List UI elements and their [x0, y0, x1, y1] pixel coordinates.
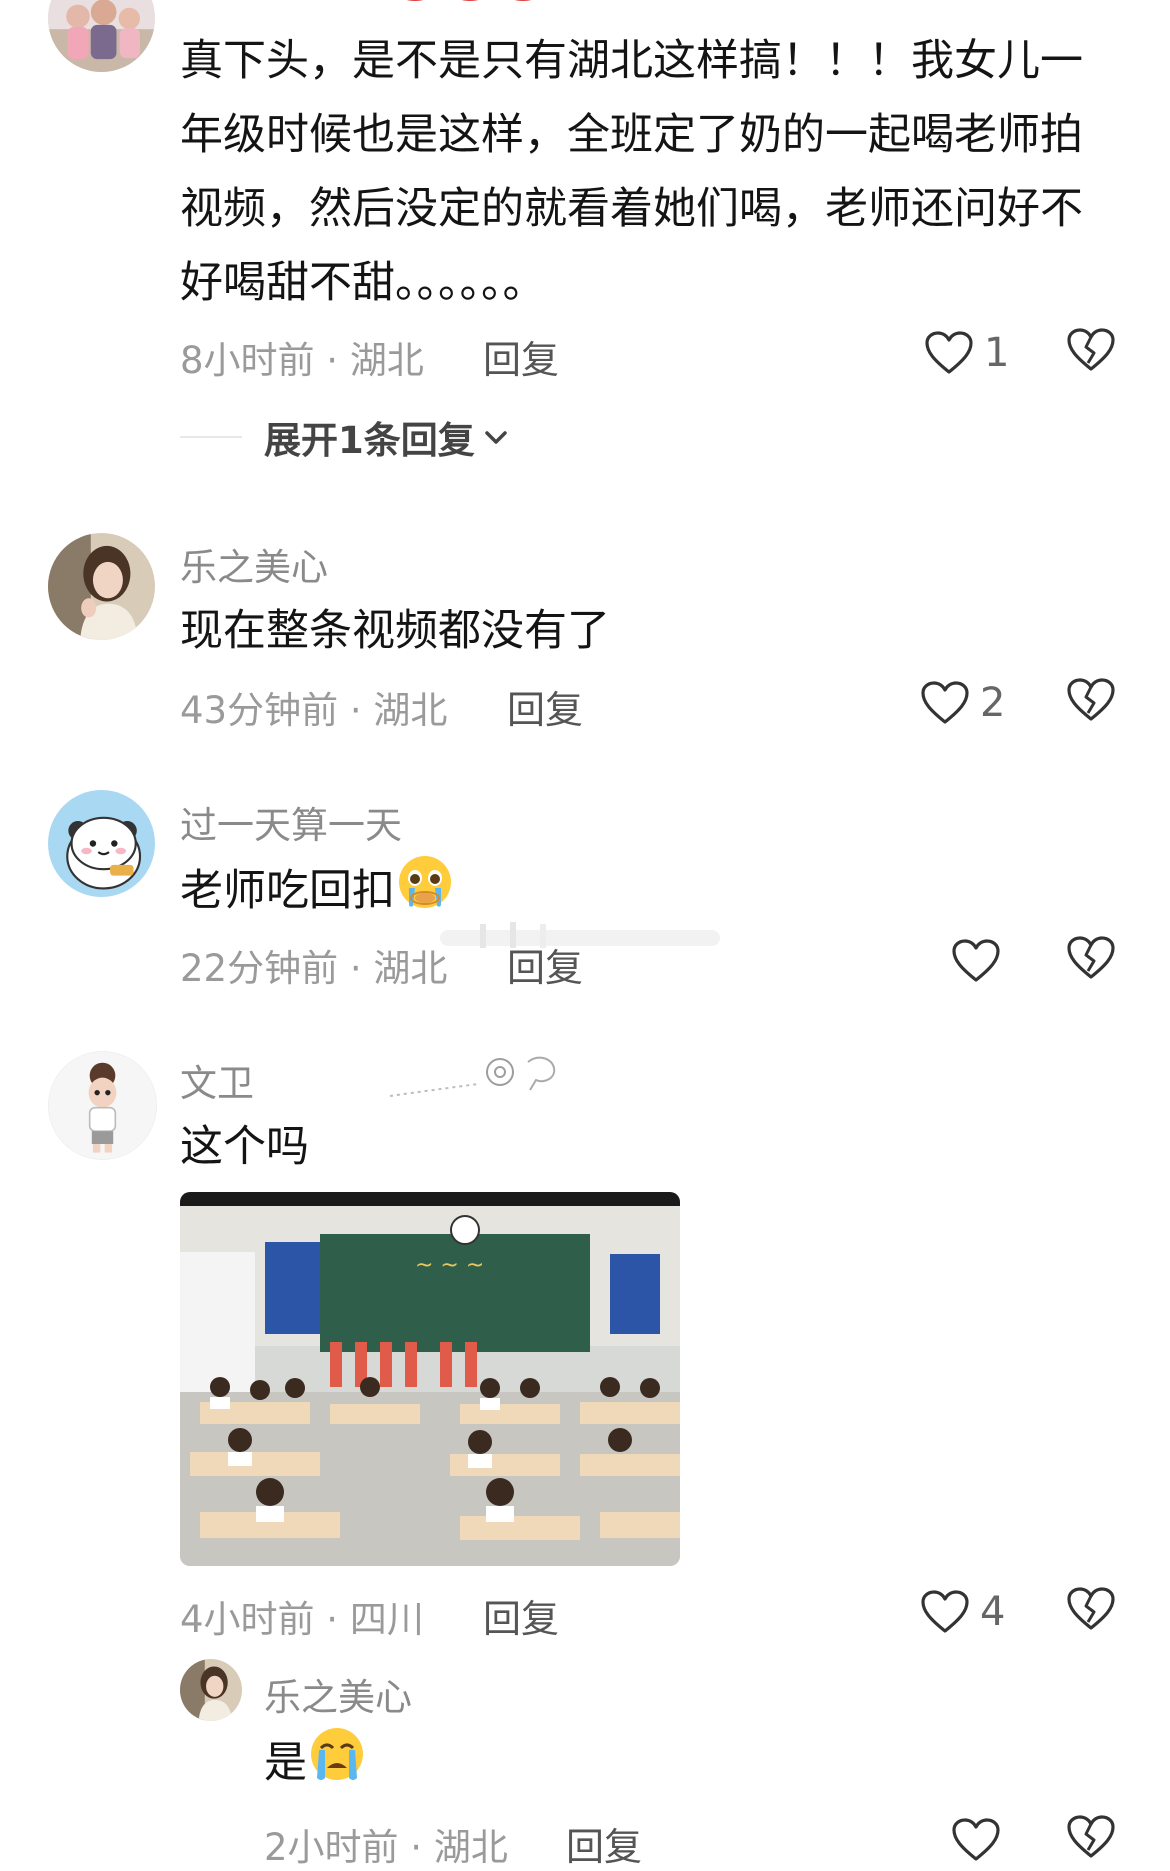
heart-outline-icon: [951, 938, 1001, 984]
avatar[interactable]: [48, 790, 155, 897]
heart-outline-icon: [920, 1589, 970, 1635]
dislike-button[interactable]: [1066, 935, 1122, 991]
watermark-smudge: [440, 916, 720, 956]
like-count: 1: [984, 330, 1010, 376]
broken-heart-icon: [1067, 1815, 1115, 1858]
username[interactable]: 乐之美心: [180, 537, 328, 591]
expand-replies-label: 展开1条回复: [264, 419, 475, 462]
heart-outline-icon: [924, 330, 974, 376]
chevron-down-icon: [483, 426, 509, 448]
reply-button[interactable]: 回复: [483, 1588, 559, 1643]
comment-text: 现在整条视频都没有了: [180, 606, 610, 656]
classroom-photo: ~ ~ ~: [180, 1192, 680, 1566]
comment-text: 是: [264, 1724, 1064, 1807]
avatar-image: [48, 790, 155, 897]
like-button[interactable]: 2: [920, 675, 1005, 731]
username[interactable]: 文卫: [180, 1053, 254, 1107]
avatar-image: [180, 1659, 242, 1721]
reply-button[interactable]: 回复: [483, 329, 559, 384]
username[interactable]: 乐之美心: [264, 1667, 412, 1721]
username-hidden: [180, 0, 330, 6]
comment-meta: 22分钟前 · 湖北: [180, 947, 448, 990]
broken-heart-icon: [1067, 1587, 1115, 1630]
comment-image[interactable]: ~ ~ ~: [180, 1192, 680, 1566]
comment-text-content: 是: [264, 1738, 307, 1788]
avatar-image: [48, 533, 155, 640]
like-button[interactable]: 4: [920, 1584, 1005, 1640]
username[interactable]: 过一天算一天: [180, 795, 402, 849]
like-button[interactable]: 1: [924, 325, 1009, 381]
sticker-fragment: [395, 0, 545, 8]
dislike-button[interactable]: [1066, 327, 1122, 383]
avatar-image: [48, 0, 155, 72]
avatar[interactable]: [48, 0, 155, 72]
heart-outline-icon: [920, 680, 970, 726]
like-count: 4: [980, 1589, 1006, 1635]
comment-meta: 43分钟前 · 湖北: [180, 689, 448, 732]
comment-meta: 8小时前 · 湖北: [180, 339, 424, 382]
comment-meta: 4小时前 · 四川: [180, 1598, 424, 1641]
comment-text: 真下头，是不是只有湖北这样搞！！！我女儿一年级时候也是这样，全班定了奶的一起喝老…: [180, 36, 1083, 308]
like-button[interactable]: [951, 933, 1011, 989]
broken-heart-icon: [1067, 936, 1115, 979]
dislike-button[interactable]: [1066, 1586, 1122, 1642]
avatar-image: [49, 1052, 156, 1159]
broken-heart-icon: [1067, 678, 1115, 721]
comment-meta: 2小时前 · 湖北: [264, 1826, 508, 1869]
expand-replies-button[interactable]: 展开1条回复: [264, 410, 509, 464]
svg-text:~ ~ ~: ~ ~ ~: [415, 1253, 484, 1278]
divider: [180, 436, 242, 438]
dislike-button[interactable]: [1066, 677, 1122, 733]
comment-text: 这个吗: [180, 1122, 309, 1172]
broken-heart-icon: [1067, 328, 1115, 371]
avatar[interactable]: [180, 1659, 242, 1721]
reply-button[interactable]: 回复: [566, 1816, 642, 1871]
watermark: [388, 1048, 578, 1106]
dislike-button[interactable]: [1066, 1814, 1122, 1870]
comment-text-content: 老师吃回扣: [180, 866, 395, 916]
like-button[interactable]: [951, 1812, 1011, 1868]
crying-face-emoji: [307, 1724, 367, 1807]
like-count: 2: [980, 680, 1006, 726]
heart-outline-icon: [951, 1817, 1001, 1863]
reply-button[interactable]: 回复: [507, 679, 583, 734]
avatar[interactable]: [48, 533, 155, 640]
avatar[interactable]: [48, 1051, 157, 1160]
